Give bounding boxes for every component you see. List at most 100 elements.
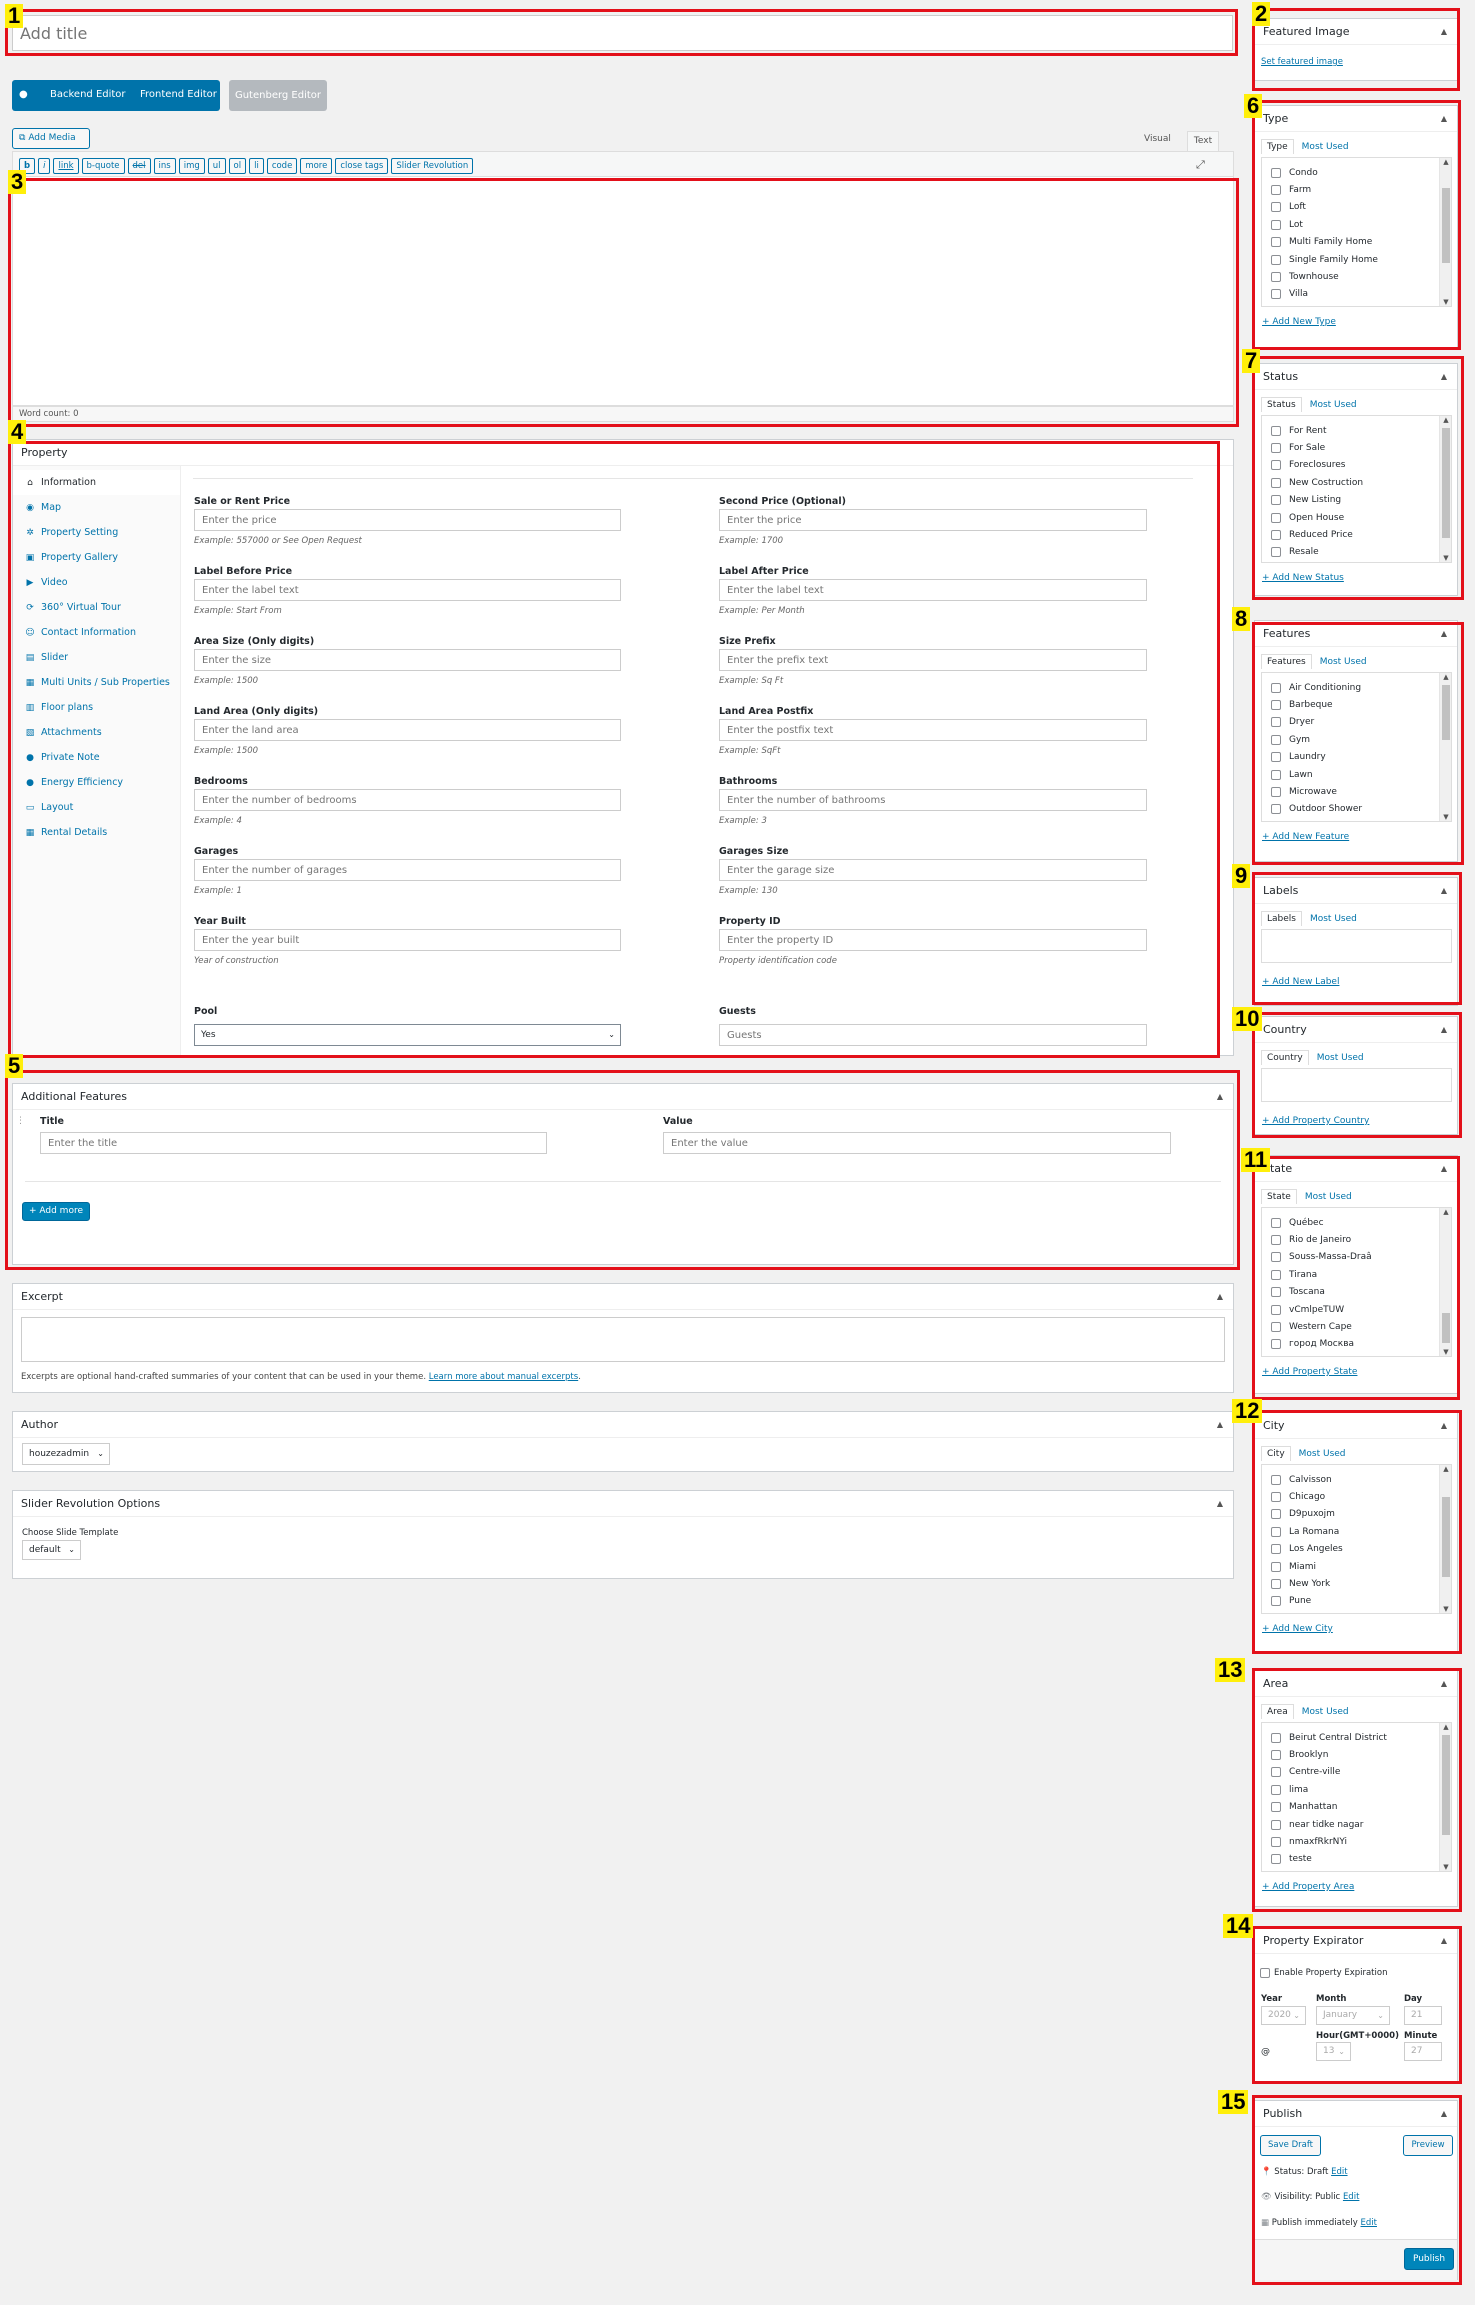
collapse-icon[interactable]: ▲ — [1441, 2101, 1447, 2127]
labels-tab-most-used[interactable]: Most Used — [1304, 911, 1363, 926]
minute-input[interactable]: 27 — [1404, 2042, 1442, 2061]
enable-expiration-checkbox[interactable] — [1260, 1968, 1270, 1978]
type-checkbox[interactable] — [1271, 219, 1281, 230]
state-checklist-item[interactable]: Québec — [1262, 1214, 1451, 1231]
type-checklist-item[interactable]: Condo — [1262, 164, 1451, 181]
type-tab-all[interactable]: Type — [1261, 139, 1294, 154]
type-checkbox[interactable] — [1271, 272, 1281, 283]
type-checkbox[interactable] — [1271, 185, 1281, 196]
content-textarea[interactable] — [12, 177, 1234, 406]
type-checklist-item[interactable]: Farm — [1262, 181, 1451, 198]
area-checklist-item[interactable]: Manhattan — [1262, 1799, 1451, 1816]
qt-code-button[interactable]: code — [266, 158, 298, 174]
status-checklist-item[interactable]: Open House — [1262, 509, 1451, 526]
area-add-new-link[interactable]: + Add Property Area — [1262, 1882, 1354, 1892]
features-checklist-item[interactable]: Gym — [1262, 731, 1451, 748]
drag-handle-icon[interactable]: ⋮ — [16, 1116, 25, 1126]
collapse-icon[interactable]: ▲ — [1441, 1156, 1447, 1182]
status-checklist-item[interactable]: Foreclosures — [1262, 457, 1451, 474]
expirator-header[interactable]: Property Expirator ▲ — [1255, 1928, 1457, 1954]
state-checklist-item[interactable]: Rio de Janeiro — [1262, 1231, 1451, 1248]
city-checklist-item[interactable]: Los Angeles — [1262, 1541, 1451, 1558]
left-field-input[interactable] — [194, 509, 621, 531]
city-checklist-item[interactable]: Miami — [1262, 1558, 1451, 1575]
type-checkbox[interactable] — [1271, 167, 1281, 178]
area-checkbox[interactable] — [1271, 1819, 1281, 1830]
type-checklist[interactable]: Condo Farm Loft Lot Multi Family Home Single … — [1261, 157, 1452, 307]
collapse-icon[interactable]: ▲ — [1217, 1412, 1223, 1438]
qt-li-button[interactable]: li — [249, 158, 264, 174]
scrollbar-thumb[interactable] — [1442, 188, 1450, 263]
city-checkbox[interactable] — [1271, 1561, 1281, 1572]
state-checkbox[interactable] — [1271, 1287, 1281, 1298]
features-checkbox[interactable] — [1271, 769, 1281, 780]
right-field-input[interactable] — [719, 649, 1147, 671]
city-add-new-link[interactable]: + Add New City — [1262, 1624, 1333, 1634]
state-scrollbar[interactable]: ▲ ▼ — [1439, 1208, 1451, 1356]
slider-revolution-header[interactable]: Slider Revolution Options ▲ — [13, 1491, 1233, 1517]
area-checkbox[interactable] — [1271, 1784, 1281, 1795]
status-scrollbar[interactable]: ▲ ▼ — [1439, 416, 1451, 562]
city-checkbox[interactable] — [1271, 1544, 1281, 1555]
city-checklist-item[interactable]: D9puxojm — [1262, 1506, 1451, 1523]
scroll-up-icon[interactable]: ▲ — [1440, 158, 1451, 166]
scroll-down-icon[interactable]: ▼ — [1440, 1348, 1451, 1356]
save-draft-button[interactable]: Save Draft — [1260, 2135, 1321, 2156]
state-add-new-link[interactable]: + Add Property State — [1262, 1367, 1357, 1377]
qt-more-button[interactable]: more — [300, 158, 333, 174]
scroll-down-icon[interactable]: ▼ — [1440, 813, 1451, 821]
type-add-new-link[interactable]: + Add New Type — [1262, 317, 1336, 327]
status-checkbox[interactable] — [1271, 547, 1281, 558]
city-checkbox[interactable] — [1271, 1526, 1281, 1537]
collapse-icon[interactable]: ▲ — [1441, 19, 1447, 45]
add-more-button[interactable]: + Add more — [22, 1202, 90, 1221]
state-tab-all[interactable]: State — [1261, 1189, 1297, 1204]
status-checklist-item[interactable]: New Listing — [1262, 492, 1451, 509]
features-checklist[interactable]: Air Conditioning Barbeque Dryer Gym Laundry L… — [1261, 672, 1452, 822]
state-checkbox[interactable] — [1271, 1304, 1281, 1315]
additional-features-header[interactable]: Additional Features ▲ — [13, 1084, 1233, 1110]
state-checkbox[interactable] — [1271, 1252, 1281, 1263]
qt-ul-button[interactable]: ul — [207, 158, 226, 174]
type-checkbox[interactable] — [1271, 202, 1281, 213]
labels-header[interactable]: Labels ▲ — [1255, 878, 1457, 904]
country-tab-all[interactable]: Country — [1261, 1050, 1309, 1065]
scroll-down-icon[interactable]: ▼ — [1440, 554, 1451, 562]
city-checklist-item[interactable]: La Romana — [1262, 1523, 1451, 1540]
labels-checklist[interactable] — [1261, 929, 1452, 963]
fullscreen-icon[interactable]: ⤢ — [1196, 158, 1205, 172]
qt-close-tags-button[interactable]: close tags — [335, 158, 389, 174]
features-checklist-item[interactable]: Outdoor Shower — [1262, 801, 1451, 818]
status-checkbox[interactable] — [1271, 512, 1281, 523]
state-checklist-item[interactable]: город Москва — [1262, 1336, 1451, 1353]
preview-button[interactable]: Preview — [1403, 2135, 1453, 2156]
state-checklist-item[interactable]: Souss-Massa-Draâ — [1262, 1249, 1451, 1266]
labels-tab-all[interactable]: Labels — [1261, 911, 1302, 926]
status-checklist-item[interactable]: Reduced Price — [1262, 526, 1451, 543]
area-checklist-item[interactable]: near tidke nagar — [1262, 1816, 1451, 1833]
edit-schedule-link[interactable]: Edit — [1361, 2218, 1377, 2228]
pool-select[interactable]: Yes ⌄ — [194, 1024, 621, 1046]
edit-visibility-link[interactable]: Edit — [1343, 2192, 1359, 2202]
area-tab-all[interactable]: Area — [1261, 1704, 1294, 1719]
country-tab-most-used[interactable]: Most Used — [1311, 1050, 1370, 1065]
qt-slider-revolution-button[interactable]: Slider Revolution — [391, 158, 474, 174]
city-checklist-item[interactable]: Calvisson — [1262, 1471, 1451, 1488]
type-header[interactable]: Type ▲ — [1255, 106, 1457, 132]
gutenberg-editor-button[interactable]: Gutenberg Editor — [229, 80, 327, 111]
qt-img-button[interactable]: img — [178, 158, 205, 174]
left-field-input[interactable] — [194, 859, 621, 881]
type-checklist-item[interactable]: Villa — [1262, 286, 1451, 303]
features-checklist-item[interactable]: Laundry — [1262, 749, 1451, 766]
labels-add-new-link[interactable]: + Add New Label — [1262, 977, 1339, 987]
status-checklist-item[interactable]: For Sale — [1262, 439, 1451, 456]
scroll-up-icon[interactable]: ▲ — [1440, 673, 1451, 681]
qt-italic-button[interactable]: i — [38, 158, 51, 174]
edit-status-link[interactable]: Edit — [1331, 2167, 1347, 2177]
features-checkbox[interactable] — [1271, 700, 1281, 711]
features-checkbox[interactable] — [1271, 804, 1281, 815]
collapse-icon[interactable]: ▲ — [1217, 1491, 1223, 1517]
day-input[interactable]: 21 — [1404, 2006, 1442, 2025]
features-checklist-item[interactable]: Microwave — [1262, 783, 1451, 800]
area-checklist[interactable]: Beirut Central District Brooklyn Centre-vi… — [1261, 1722, 1452, 1872]
